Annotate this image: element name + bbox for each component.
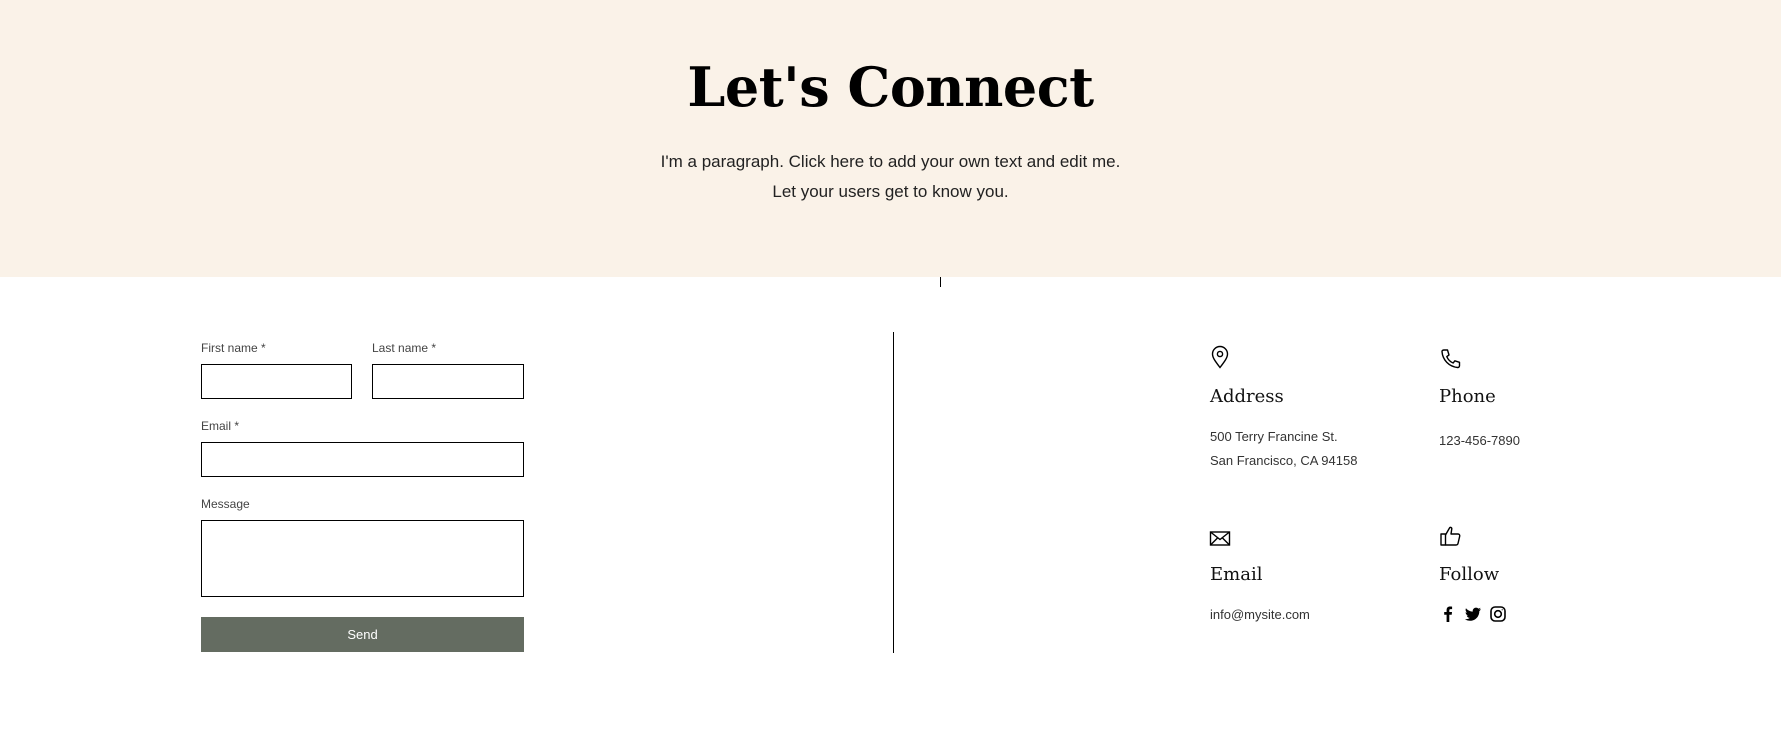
last-name-field[interactable] [372,364,524,399]
facebook-icon[interactable] [1439,605,1457,623]
map-pin-icon [1209,345,1231,369]
address-heading: Address [1210,386,1284,407]
message-label: Message [201,497,250,511]
follow-heading: Follow [1439,564,1500,585]
phone-number[interactable]: 123-456-7890 [1439,429,1520,453]
phone-heading: Phone [1439,386,1496,407]
email-field[interactable] [201,442,524,477]
hero-paragraph-line2: Let your users get to know you. [772,182,1009,201]
hero-paragraph-line1: I'm a paragraph. Click here to add your … [660,152,1121,171]
address-line2: San Francisco, CA 94158 [1210,453,1358,468]
email-label: Email * [201,419,240,433]
hero-paragraph: I'm a paragraph. Click here to add your … [0,147,1781,207]
section-divider-tick [940,277,941,287]
first-name-label: First name * [201,341,266,355]
hero-section: Let's Connect I'm a paragraph. Click her… [0,0,1781,277]
send-button[interactable]: Send [201,617,524,652]
instagram-icon[interactable] [1489,605,1507,623]
email-heading: Email [1210,564,1263,585]
first-name-field[interactable] [201,364,352,399]
email-address[interactable]: info@mysite.com [1210,603,1310,627]
page-title: Let's Connect [687,55,1094,119]
envelope-icon [1209,527,1231,549]
phone-icon [1439,347,1461,371]
last-name-label: Last name * [372,341,437,355]
twitter-icon[interactable] [1464,605,1482,623]
message-field[interactable] [201,520,524,597]
thumbs-up-icon [1439,524,1461,548]
vertical-divider [893,332,894,653]
address-line1: 500 Terry Francine St. [1210,429,1338,444]
social-links [1439,605,1507,623]
address-text: 500 Terry Francine St. San Francisco, CA… [1210,425,1357,473]
